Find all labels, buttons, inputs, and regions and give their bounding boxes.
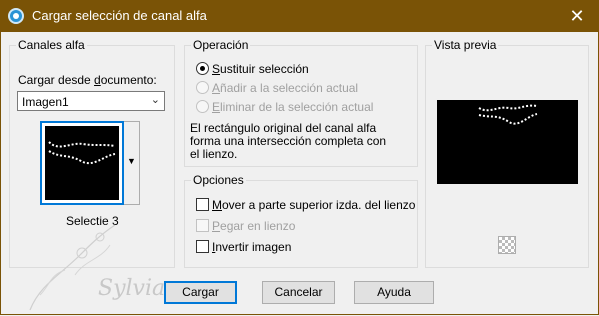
invert-image-checkbox[interactable] bbox=[196, 240, 209, 253]
alpha-channels-group-label: Canales alfa bbox=[16, 38, 87, 52]
cancel-button[interactable]: Cancelar bbox=[262, 281, 335, 304]
move-to-top-left-label[interactable]: Mover a parte superior izda. del lienzo bbox=[212, 198, 415, 212]
move-to-top-left-checkbox[interactable] bbox=[196, 198, 209, 211]
operation-description-line-1: El rectángulo original del canal alfa bbox=[190, 121, 377, 135]
chevron-down-icon: ⌄ bbox=[150, 94, 160, 106]
add-to-selection-label[interactable]: Añadir a la selección actual bbox=[212, 81, 358, 95]
operation-group-label: Operación bbox=[191, 38, 251, 52]
remove-from-selection-radio[interactable] bbox=[196, 100, 209, 113]
operation-description-line-3: el lienzo. bbox=[190, 147, 238, 161]
close-button[interactable]: ✕ bbox=[555, 0, 599, 32]
checkerboard-icon[interactable] bbox=[498, 236, 516, 254]
document-select[interactable]: Imagen1 ⌄ bbox=[17, 91, 165, 111]
options-group-label: Opciones bbox=[191, 173, 246, 187]
paste-on-canvas-checkbox[interactable] bbox=[196, 219, 209, 232]
document-select-value: Imagen1 bbox=[22, 95, 69, 109]
selection-thumbnail-image bbox=[45, 126, 119, 200]
window-title: Cargar selección de canal alfa bbox=[32, 8, 207, 23]
app-icon bbox=[8, 8, 24, 24]
selection-name: Selectie 3 bbox=[66, 214, 119, 228]
load-from-document-label: Cargar desde documento: bbox=[18, 73, 157, 87]
triangle-down-icon: ▼ bbox=[127, 156, 136, 166]
paste-on-canvas-label[interactable]: Pegar en lienzo bbox=[212, 219, 295, 233]
title-bar: Cargar selección de canal alfa ✕ bbox=[0, 0, 599, 32]
replace-selection-label[interactable]: Sustituir selección bbox=[212, 62, 309, 76]
remove-from-selection-label[interactable]: Eliminar de la selección actual bbox=[212, 100, 373, 114]
replace-selection-radio[interactable] bbox=[196, 62, 209, 75]
help-button[interactable]: Ayuda bbox=[354, 281, 434, 304]
load-button[interactable]: Cargar bbox=[164, 281, 237, 304]
invert-image-label[interactable]: Invertir imagen bbox=[212, 240, 291, 254]
preview-image bbox=[437, 100, 578, 184]
selection-thumbnail[interactable] bbox=[40, 121, 124, 205]
preview-group-label: Vista previa bbox=[432, 38, 499, 52]
operation-description-line-2: forma una intersección completa con bbox=[190, 134, 387, 148]
thumbnail-dropdown-button[interactable]: ▼ bbox=[124, 121, 140, 205]
add-to-selection-radio[interactable] bbox=[196, 81, 209, 94]
